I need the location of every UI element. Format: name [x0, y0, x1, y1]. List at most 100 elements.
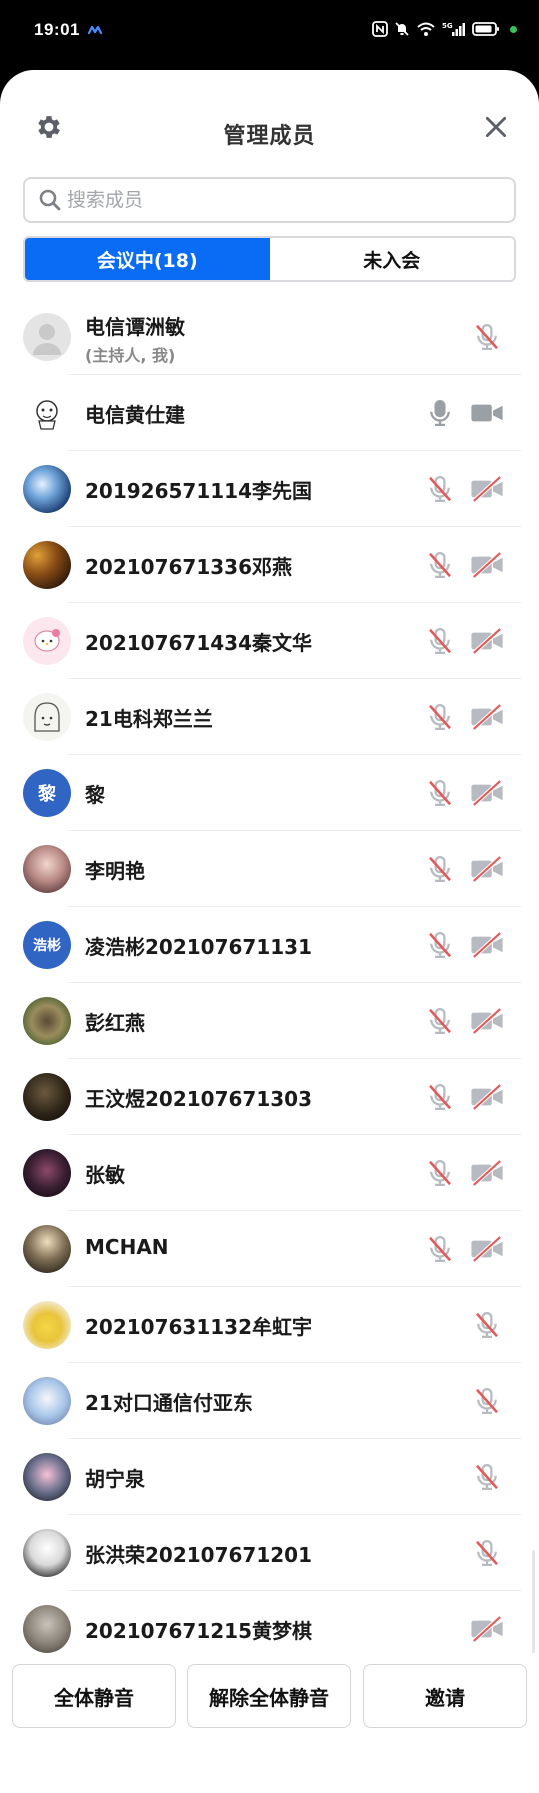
- member-row[interactable]: 202107671434秦文华: [0, 603, 539, 679]
- mic-muted-icon[interactable]: [425, 854, 455, 884]
- avatar: [23, 1301, 71, 1349]
- camera-off-icon[interactable]: [469, 1082, 505, 1112]
- member-row[interactable]: 21电科郑兰兰: [0, 679, 539, 755]
- member-name: 201926571114李先国: [85, 479, 312, 503]
- member-row[interactable]: 电信黄仕建: [0, 375, 539, 451]
- camera-off-icon[interactable]: [469, 854, 505, 884]
- search-input[interactable]: [67, 179, 507, 221]
- member-row[interactable]: 21对口通信付亚东: [0, 1363, 539, 1439]
- avatar: [23, 693, 71, 741]
- tab-in-meeting[interactable]: 会议中(18): [25, 238, 270, 280]
- member-row[interactable]: 张洪荣202107671201: [0, 1515, 539, 1591]
- mic-muted-icon[interactable]: [425, 1234, 455, 1264]
- mic-muted-icon[interactable]: [472, 322, 502, 352]
- battery-icon: [472, 22, 499, 36]
- mic-muted-icon[interactable]: [425, 778, 455, 808]
- mic-muted-icon[interactable]: [425, 1158, 455, 1188]
- avatar: [23, 1073, 71, 1121]
- member-name: 202107671434秦文华: [85, 631, 312, 655]
- active-dot-icon: [510, 25, 517, 33]
- avatar: [23, 617, 71, 665]
- member-row[interactable]: 201926571114李先国: [0, 451, 539, 527]
- mic-muted-icon[interactable]: [425, 474, 455, 504]
- mic-muted-icon[interactable]: [425, 550, 455, 580]
- member-row[interactable]: 胡宁泉: [0, 1439, 539, 1515]
- invite-button[interactable]: 邀请: [363, 1664, 527, 1728]
- member-name: 彭红燕: [85, 1011, 145, 1035]
- unmute-all-button[interactable]: 解除全体静音: [187, 1664, 351, 1728]
- member-name: 张敏: [85, 1163, 125, 1187]
- member-name: 21对口通信付亚东: [85, 1391, 253, 1415]
- page-title: 管理成员: [223, 124, 316, 149]
- avatar: 黎: [23, 769, 71, 817]
- status-icons: 5G: [372, 18, 517, 40]
- member-row[interactable]: 李明艳: [0, 831, 539, 907]
- avatar-text: 浩彬: [33, 938, 61, 954]
- search-box[interactable]: [23, 177, 516, 223]
- mute-bell-icon: [395, 22, 409, 36]
- camera-on-icon[interactable]: [469, 398, 505, 428]
- camera-off-icon[interactable]: [469, 702, 505, 732]
- bottom-action-bar: 全体静音 解除全体静音 邀请: [0, 1653, 539, 1793]
- mic-muted-icon[interactable]: [425, 626, 455, 656]
- mic-muted-icon[interactable]: [425, 702, 455, 732]
- camera-off-icon[interactable]: [469, 1234, 505, 1264]
- camera-off-icon[interactable]: [469, 1614, 505, 1644]
- avatar: [23, 997, 71, 1045]
- search-icon: [39, 189, 61, 211]
- mute-all-button[interactable]: 全体静音: [12, 1664, 176, 1728]
- member-row[interactable]: 浩彬 凌浩彬202107671131: [0, 907, 539, 983]
- status-bar: 19:01 5G: [0, 0, 539, 68]
- mic-muted-icon[interactable]: [472, 1386, 502, 1416]
- avatar: [23, 1453, 71, 1501]
- mic-muted-icon[interactable]: [472, 1310, 502, 1340]
- mic-muted-icon[interactable]: [425, 1082, 455, 1112]
- member-name: 黎: [85, 783, 105, 807]
- member-name: 电信黄仕建: [85, 403, 185, 427]
- camera-off-icon[interactable]: [469, 550, 505, 580]
- member-name: 李明艳: [85, 859, 145, 883]
- member-row[interactable]: 彭红燕: [0, 983, 539, 1059]
- avatar: [23, 845, 71, 893]
- member-name: 张洪荣202107671201: [85, 1543, 312, 1567]
- camera-off-icon[interactable]: [469, 626, 505, 656]
- app-wave-icon: [88, 25, 102, 35]
- avatar: [23, 1377, 71, 1425]
- member-row[interactable]: 张敏: [0, 1135, 539, 1211]
- member-name: 202107631132牟虹宇: [85, 1315, 312, 1339]
- member-tabs: 会议中(18) 未入会: [23, 236, 516, 282]
- camera-off-icon[interactable]: [469, 474, 505, 504]
- mic-muted-icon[interactable]: [425, 1006, 455, 1036]
- member-name: 电信谭洲敏: [85, 315, 185, 339]
- member-name: 胡宁泉: [85, 1467, 145, 1491]
- member-list: 电信谭洲敏 (主持人, 我) 电信黄仕建 201926571114李先国 2021076…: [0, 299, 539, 1667]
- avatar: [23, 313, 71, 361]
- mic-on-icon[interactable]: [425, 398, 455, 428]
- member-name: 凌浩彬202107671131: [85, 935, 312, 959]
- avatar: [23, 1149, 71, 1197]
- close-icon[interactable]: [483, 114, 509, 140]
- member-row[interactable]: MCHAN: [0, 1211, 539, 1287]
- mic-muted-icon[interactable]: [472, 1462, 502, 1492]
- avatar: [23, 1225, 71, 1273]
- 5g-signal-icon: 5G: [442, 22, 465, 36]
- member-row[interactable]: 202107671336邓燕: [0, 527, 539, 603]
- avatar-text: 黎: [38, 784, 56, 805]
- tab-not-joined[interactable]: 未入会: [270, 238, 515, 280]
- camera-off-icon[interactable]: [469, 930, 505, 960]
- avatar: [23, 1529, 71, 1577]
- member-row[interactable]: 202107631132牟虹宇: [0, 1287, 539, 1363]
- mic-muted-icon[interactable]: [425, 930, 455, 960]
- sheet-header: 管理成员: [0, 70, 539, 188]
- avatar: [23, 465, 71, 513]
- mic-muted-icon[interactable]: [472, 1538, 502, 1568]
- member-name: 21电科郑兰兰: [85, 707, 213, 731]
- member-row[interactable]: 黎黎: [0, 755, 539, 831]
- camera-off-icon[interactable]: [469, 1006, 505, 1036]
- member-row[interactable]: 王汶煜202107671303: [0, 1059, 539, 1135]
- member-row[interactable]: 电信谭洲敏 (主持人, 我): [0, 299, 539, 375]
- camera-off-icon[interactable]: [469, 1158, 505, 1188]
- manage-members-sheet: 管理成员 会议中(18) 未入会 电信谭洲敏 (主持人, 我) 电信黄仕建 20192…: [0, 70, 539, 1793]
- member-role: (主持人, 我): [85, 346, 176, 365]
- camera-off-icon[interactable]: [469, 778, 505, 808]
